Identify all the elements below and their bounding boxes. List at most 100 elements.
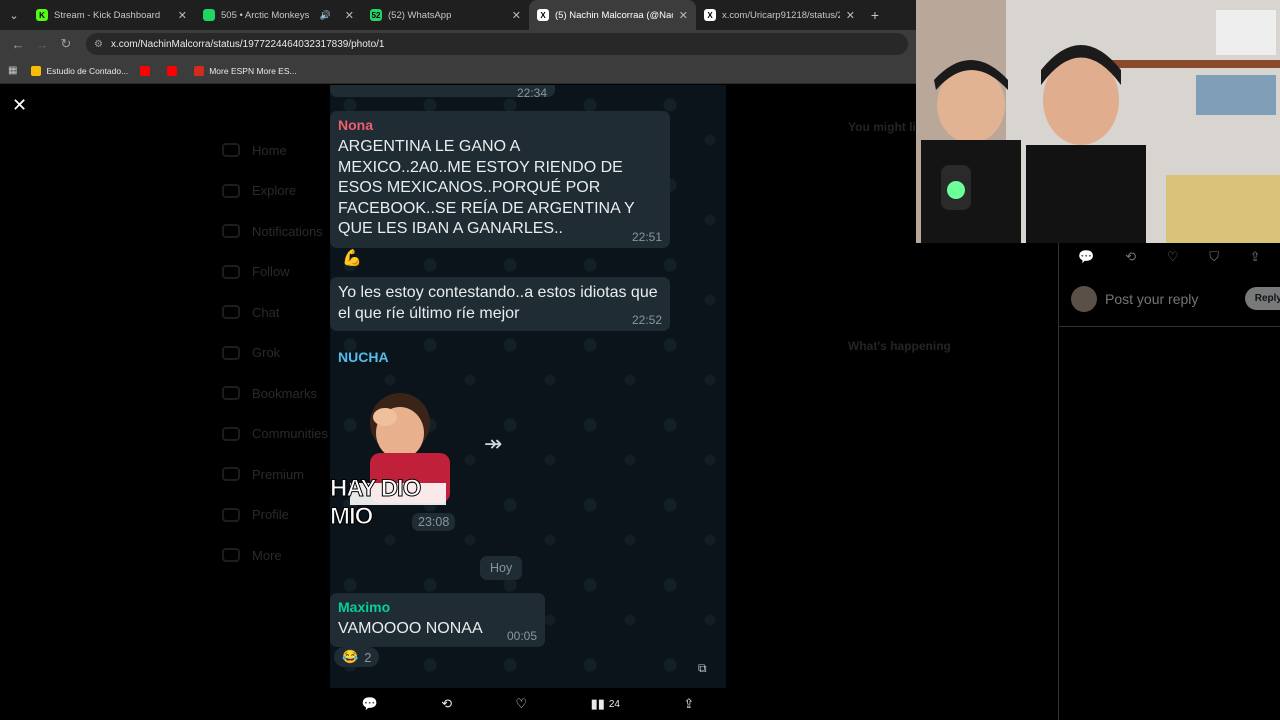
reaction-count: 2 <box>364 649 372 665</box>
reply-input[interactable]: Post your reply <box>1105 291 1245 307</box>
tab-close-icon[interactable]: ✕ <box>846 9 855 22</box>
reply-button[interactable]: Reply <box>1244 287 1280 310</box>
tab-search-icon[interactable]: ⌄ <box>0 0 28 30</box>
sidebar-item[interactable]: Communities <box>222 414 328 455</box>
share-icon[interactable]: ⇪ <box>1250 249 1261 265</box>
sidebar-item-label: Explore <box>252 183 297 199</box>
whats-happening-heading: What's happening <box>848 339 951 353</box>
views-count: 24 <box>608 698 620 710</box>
sidebar-item[interactable]: Explore <box>222 171 328 212</box>
sidebar-item[interactable]: More <box>222 535 328 576</box>
close-icon[interactable]: ✕ <box>12 95 27 116</box>
tab-title: Stream - Kick Dashboard <box>54 9 161 21</box>
bookmark-favicon-icon <box>140 65 151 76</box>
bookmark-label: Estudio de Contado... <box>46 65 129 76</box>
audio-playing-icon[interactable]: 🔊 <box>320 10 331 21</box>
bookmarks-bar: ▦ Estudio de Contado... More ESPN More ES… <box>0 58 916 84</box>
bookmark-favicon-icon <box>31 65 42 76</box>
sidebar-item[interactable]: Premium <box>222 454 328 495</box>
tab-close-icon[interactable]: ✕ <box>679 9 688 22</box>
browser-tab[interactable]: 505 • Arctic Monkeys 🔊 ✕ <box>195 0 362 30</box>
sidebar-item[interactable]: Notifications <box>222 211 328 252</box>
browser-tab[interactable]: X (5) Nachin Malcorraa (@Nach ✕ <box>529 0 696 30</box>
tab-close-icon[interactable]: ✕ <box>345 9 354 22</box>
tab-title: x.com/Uricarp91218/status/200 <box>722 9 840 21</box>
sidebar-item[interactable]: Follow <box>222 252 328 293</box>
bookmark-label: More ESPN More ES... <box>209 65 297 76</box>
bookmark-item[interactable]: Estudio de Contado... <box>31 65 129 76</box>
post-detail-panel: 💬 ⟲ ♡ ⛉ ⇪ Post your reply Reply <box>1058 243 1280 720</box>
reaction-emoji: 😂 <box>342 649 359 664</box>
like-icon[interactable]: ♡ <box>516 696 528 712</box>
site-info-icon[interactable]: ⚙ <box>94 39 103 50</box>
like-icon[interactable]: ♡ <box>1167 249 1179 265</box>
sidebar-item-label: Grok <box>252 345 281 361</box>
previous-message-bubble: 22:34 <box>330 85 555 100</box>
bookmark-favicon-icon <box>194 65 205 76</box>
bookmark-item[interactable] <box>167 65 182 76</box>
message-text: Yo les estoy contestando..a estos idiota… <box>338 284 658 322</box>
post-action-bar: 💬 ⟲ ♡ ▮▮ 24 ⇪ <box>330 691 726 717</box>
sidebar-item-label: Home <box>252 142 287 158</box>
tab-favicon-icon: X <box>704 9 716 21</box>
sidebar-item-icon <box>222 548 240 563</box>
reply-icon[interactable]: 💬 <box>1078 249 1094 265</box>
new-tab-button[interactable]: + <box>863 7 887 23</box>
message-time: 22:52 <box>631 313 662 327</box>
tab-title: (52) WhatsApp <box>388 9 452 21</box>
sidebar-item-label: Profile <box>252 507 289 523</box>
forward-icon[interactable]: ↠ <box>484 431 502 457</box>
repost-icon[interactable]: ⟲ <box>1125 249 1136 265</box>
tab-favicon-icon <box>203 9 215 21</box>
share-icon[interactable]: ⇪ <box>683 696 694 712</box>
sidebar-item[interactable]: Grok <box>222 333 328 374</box>
sidebar-item-label: Follow <box>252 264 290 280</box>
webcam-overlay <box>916 0 1280 243</box>
address-toolbar: ← → ↻ ⚙ x.com/NachinMalcorra/status/1977… <box>0 30 916 58</box>
whatsapp-chat-image[interactable]: 22:34 Nona ARGENTINA LE GANO A MEXICO..2… <box>330 85 726 688</box>
tab-close-icon[interactable]: ✕ <box>178 9 187 22</box>
back-icon[interactable]: ← <box>6 37 30 52</box>
tab-favicon-icon: K <box>36 9 48 21</box>
sender-name: Maximo <box>338 599 391 615</box>
sidebar-item[interactable]: Profile <box>222 495 328 536</box>
sidebar-item-label: Premium <box>252 466 305 482</box>
apps-grid-icon[interactable]: ▦ <box>8 65 17 76</box>
sticker-icon[interactable]: ⧉ <box>698 661 707 676</box>
message-text: ARGENTINA LE GANO A MEXICO..2A0..ME ESTO… <box>338 138 635 237</box>
message-bubble-nona: Nona ARGENTINA LE GANO A MEXICO..2A0..ME… <box>330 111 670 248</box>
sidebar-item[interactable]: Bookmarks <box>222 373 328 414</box>
sidebar-item-label: More <box>252 547 282 563</box>
sidebar-item[interactable]: Home <box>222 130 328 171</box>
reload-icon[interactable]: ↻ <box>54 36 78 52</box>
reply-icon[interactable]: 💬 <box>362 696 378 712</box>
sidebar-item-icon <box>222 507 240 522</box>
tab-close-icon[interactable]: ✕ <box>512 9 521 22</box>
message-time: 22:34 <box>516 86 547 100</box>
reaction-emoji: 💪 <box>342 250 362 267</box>
bookmark-favicon-icon <box>167 65 178 76</box>
date-pill: Hoy <box>480 556 523 580</box>
message-time: 00:05 <box>506 629 537 643</box>
bookmark-icon[interactable]: ⛉ <box>1209 249 1219 265</box>
reaction-pill: 😂 2 <box>334 647 380 667</box>
views-icon: ▮▮ <box>590 696 605 711</box>
sidebar-item-icon <box>222 386 240 401</box>
sidebar-item[interactable]: Chat <box>222 292 328 333</box>
browser-tab[interactable]: K Stream - Kick Dashboard ✕ <box>28 0 195 30</box>
url-field[interactable]: ⚙ x.com/NachinMalcorra/status/1977224464… <box>86 33 908 55</box>
sidebar-item-icon <box>222 224 240 239</box>
sidebar-item-icon <box>222 467 240 482</box>
url-text: x.com/NachinMalcorra/status/197722446403… <box>110 38 385 50</box>
views-button[interactable]: ▮▮ 24 <box>591 696 620 712</box>
forward-icon[interactable]: → <box>30 37 54 52</box>
browser-tab[interactable]: X x.com/Uricarp91218/status/200 ✕ <box>696 0 863 30</box>
sender-name: NUCHA <box>338 349 389 365</box>
repost-icon[interactable]: ⟲ <box>441 696 452 712</box>
message-bubble-reply: Yo les estoy contestando..a estos idiota… <box>330 277 670 331</box>
sidebar-item-icon <box>222 426 240 441</box>
bookmark-item[interactable] <box>140 65 155 76</box>
browser-tab[interactable]: 52 (52) WhatsApp ✕ <box>362 0 529 30</box>
bookmark-item[interactable]: More ESPN More ES... <box>194 65 297 76</box>
sidebar-item-label: Chat <box>252 304 280 320</box>
